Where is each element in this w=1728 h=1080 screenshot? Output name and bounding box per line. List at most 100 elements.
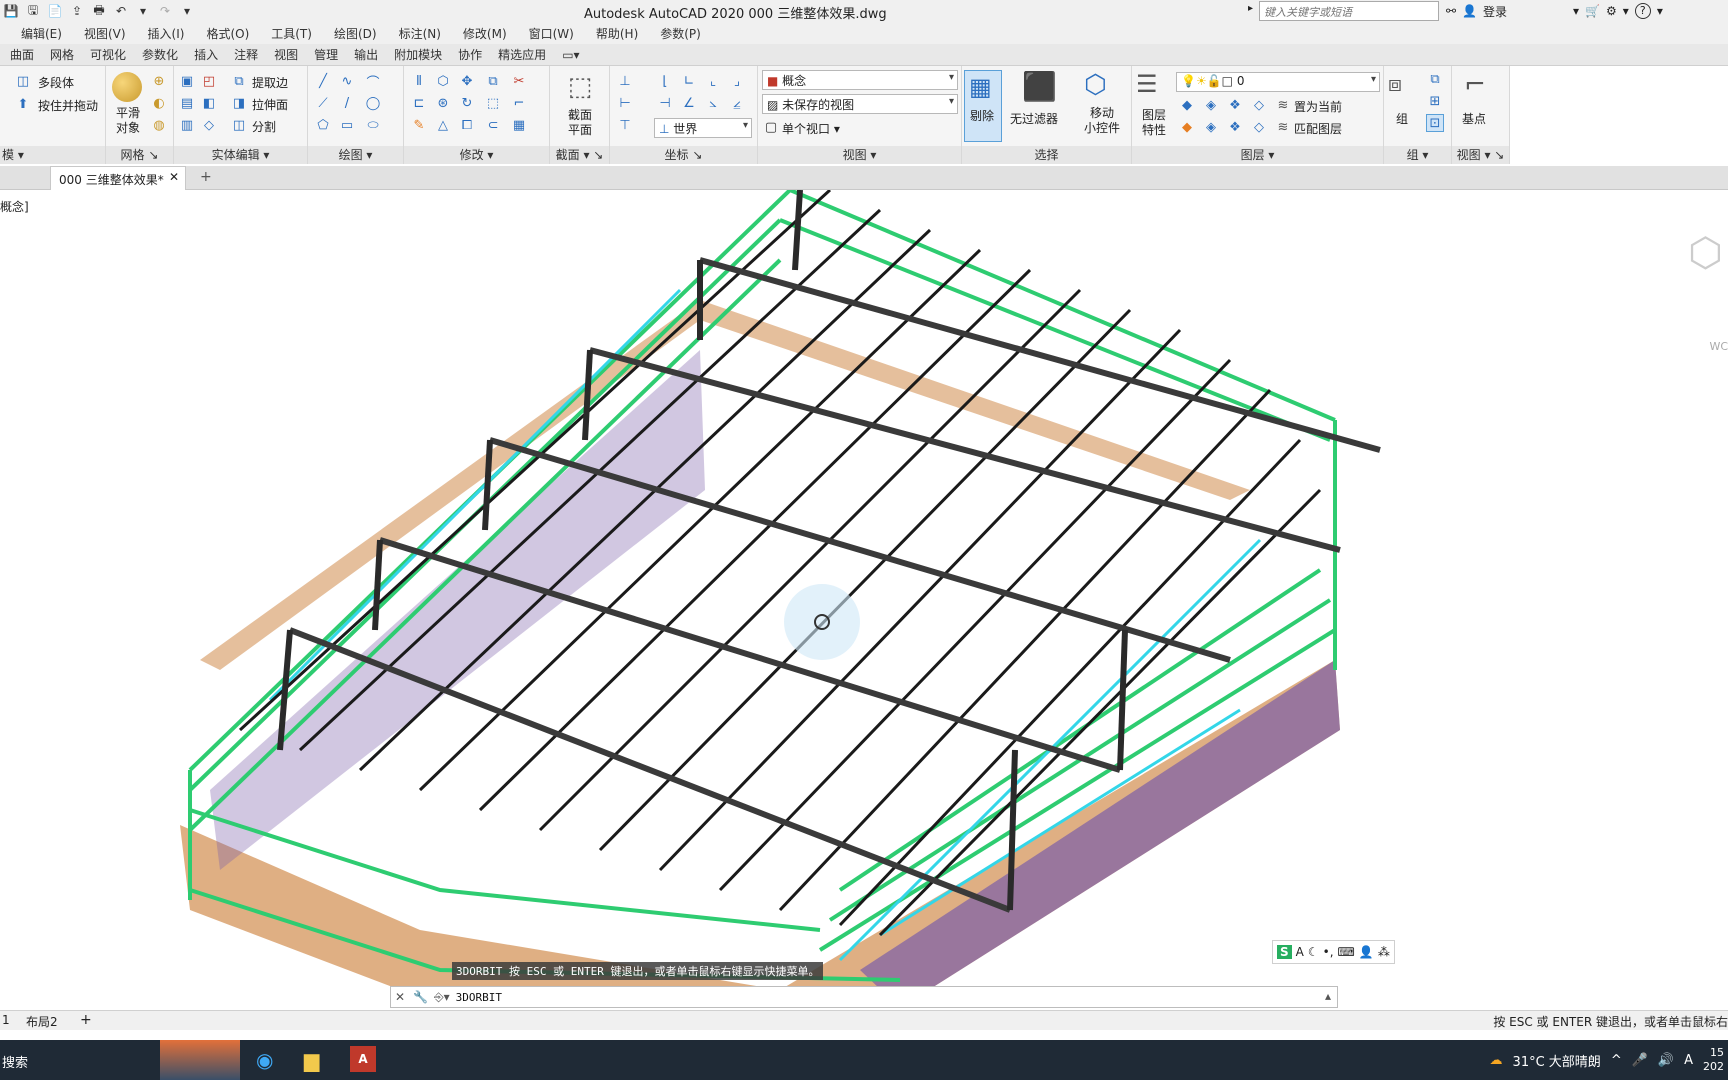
dropdown-icon[interactable]: ▾ — [134, 2, 152, 20]
menu-tools[interactable]: 工具(T) — [260, 25, 323, 42]
save-as-icon[interactable]: 🖫 — [24, 2, 42, 20]
mesh-refine-icon[interactable]: ◐ — [150, 94, 168, 112]
3d-array-icon[interactable]: ⊛ — [434, 94, 452, 112]
panel-coordinates-title[interactable]: 坐标 ↘ — [610, 146, 757, 164]
tab-manage[interactable]: 管理 — [306, 46, 346, 63]
save-icon[interactable]: 💾 — [2, 2, 20, 20]
trim-icon[interactable]: ✂ — [510, 72, 528, 90]
close-icon[interactable]: ✕ — [169, 170, 179, 184]
clock[interactable]: 15 202 — [1703, 1046, 1724, 1074]
erase-icon[interactable]: ✎ — [410, 116, 428, 134]
user-icon[interactable]: 👤 — [1462, 4, 1477, 18]
layer-properties-button[interactable]: 图层 特性 — [1134, 108, 1174, 138]
tab-collaborate[interactable]: 协作 — [450, 46, 490, 63]
command-history-icon[interactable]: ⎆▾ — [434, 990, 450, 1005]
ucs-combo[interactable]: ⊥ 世界 — [654, 118, 752, 138]
tab-insert[interactable]: 插入 — [186, 46, 226, 63]
tab-parametric[interactable]: 参数化 — [134, 46, 186, 63]
union-icon[interactable]: ▣ — [178, 72, 196, 90]
menu-modify[interactable]: 修改(M) — [452, 25, 518, 42]
ungroup-icon[interactable]: ⧉ — [1426, 70, 1444, 88]
moon-icon[interactable]: ☾ — [1308, 945, 1319, 959]
drawing-viewport[interactable]: 概念] ⬡ WC — [0, 190, 1728, 1010]
group-edit-icon[interactable]: ⊞ — [1426, 92, 1444, 110]
menu-insert[interactable]: 插入(I) — [137, 25, 196, 42]
polyline-icon[interactable]: ⟋ — [314, 94, 332, 112]
tab-mesh[interactable]: 网格 — [42, 46, 82, 63]
input-method-icon[interactable]: A — [1684, 1053, 1693, 1068]
volume-icon[interactable]: 🔊 — [1658, 1053, 1674, 1068]
interfere-icon[interactable]: ◰ — [200, 72, 218, 90]
layer-freeze-icon[interactable]: ❖ — [1226, 96, 1244, 114]
edge-icon[interactable]: ◉ — [256, 1048, 273, 1072]
layer-isolate-icon[interactable]: ◈ — [1202, 96, 1220, 114]
autodesk-app-icon[interactable]: ⚙ — [1606, 4, 1617, 18]
polygon-icon[interactable]: ⬠ — [314, 116, 332, 134]
ucs-x-icon[interactable]: ⌟ — [728, 72, 746, 90]
customize-qat-icon[interactable]: ▾ — [178, 2, 196, 20]
smooth-object-icon[interactable] — [112, 72, 142, 102]
help-icon[interactable]: ? — [1634, 3, 1651, 19]
command-input[interactable]: 3DORBIT — [456, 991, 502, 1004]
ucs-y-icon[interactable]: ⊣ — [656, 94, 674, 112]
align-icon[interactable]: ⊏ — [410, 94, 428, 112]
slice-icon[interactable]: ◧ — [200, 94, 218, 112]
line-icon[interactable]: ╱ — [314, 72, 332, 90]
copy-icon[interactable]: ⧉ — [484, 72, 502, 90]
tab-visualize[interactable]: 可视化 — [82, 46, 134, 63]
line2-icon[interactable]: / — [338, 94, 356, 112]
file-explorer-icon[interactable]: ▆ — [304, 1048, 319, 1072]
mesh-add-icon[interactable]: ⊕ — [150, 72, 168, 90]
ucs-3point-icon[interactable]: ⦣ — [704, 94, 722, 112]
ucs-view-icon[interactable]: ⌞ — [704, 72, 722, 90]
offset-icon[interactable]: ⊂ — [484, 116, 502, 134]
viewcube-wcs-label[interactable]: WC — [1709, 340, 1728, 353]
layer-unisolate-icon[interactable]: ◈ — [1202, 118, 1220, 136]
grid-icon[interactable]: ⁂ — [1378, 945, 1390, 959]
chevron-up-icon[interactable]: ^ — [1611, 1053, 1622, 1068]
panel-section-title[interactable]: 截面 ▾ ↘ — [550, 146, 609, 164]
redo-icon[interactable]: ↷ — [156, 2, 174, 20]
tab-featured-apps[interactable]: 精选应用 — [490, 46, 554, 63]
rotate-icon[interactable]: ↻ — [458, 94, 476, 112]
spline-icon[interactable]: ∿ — [338, 72, 356, 90]
menu-format[interactable]: 格式(O) — [195, 25, 260, 42]
cart-icon[interactable]: 🛒 — [1585, 4, 1600, 18]
document-tab[interactable]: 000 三维整体效果* ✕ — [50, 166, 186, 190]
extract-edges-icon[interactable]: ⧉ — [230, 72, 248, 90]
panel-selection-title[interactable]: 选择 — [962, 146, 1131, 164]
menu-view[interactable]: 视图(V) — [73, 25, 137, 42]
panel-view-title[interactable]: 视图 ▾ — [758, 146, 961, 164]
chevron-up-icon[interactable]: ▴ — [1325, 989, 1331, 1003]
circle-icon[interactable]: ◯ — [364, 94, 382, 112]
move-icon[interactable]: ✥ — [458, 72, 476, 90]
punctuation-icon[interactable]: •, — [1323, 945, 1334, 959]
ime-mode[interactable]: A — [1296, 945, 1304, 959]
menu-edit[interactable]: 编辑(E) — [10, 25, 73, 42]
subtract-icon[interactable]: ▤ — [178, 94, 196, 112]
search-input[interactable]: 键入关键字或短语 — [1259, 1, 1439, 21]
layout-tab-2[interactable]: 布局2 — [26, 1013, 58, 1030]
autocad-taskbar-icon[interactable]: A — [350, 1046, 376, 1072]
array-icon[interactable]: ▦ — [510, 116, 528, 134]
chevron-down-icon[interactable]: ▾ — [1573, 4, 1579, 18]
tab-addins[interactable]: 附加模块 — [386, 46, 450, 63]
layer-thaw-icon[interactable]: ❖ — [1226, 118, 1244, 136]
export-icon[interactable]: ⇪ — [68, 2, 86, 20]
section-plane-button[interactable]: 截面 平面 — [556, 108, 604, 138]
search-expand-icon[interactable]: ▸ — [1248, 3, 1253, 14]
separate-button[interactable]: 分割 — [252, 118, 276, 135]
ribbon-options-icon[interactable]: ▭▾ — [554, 48, 587, 62]
new-file-icon[interactable]: 📄 — [46, 2, 64, 20]
wrench-icon[interactable]: 🔧 — [413, 990, 428, 1004]
fillet-icon[interactable]: ⌐ — [510, 94, 528, 112]
extract-edges-button[interactable]: 提取边 — [252, 74, 288, 91]
group-button[interactable]: 组 — [1396, 110, 1408, 127]
no-filter-button[interactable]: 无过滤器 — [1010, 110, 1058, 127]
plot-icon[interactable]: 🖶 — [90, 2, 108, 20]
chevron-down-icon[interactable]: ▾ — [1657, 4, 1663, 18]
panel-view2-title[interactable]: 视图 ▾ ↘ — [1452, 146, 1509, 164]
menu-parameters[interactable]: 参数(P) — [649, 25, 712, 42]
binoculars-icon[interactable]: ⚯ — [1446, 4, 1456, 18]
rectangle-icon[interactable]: ▭ — [338, 116, 356, 134]
